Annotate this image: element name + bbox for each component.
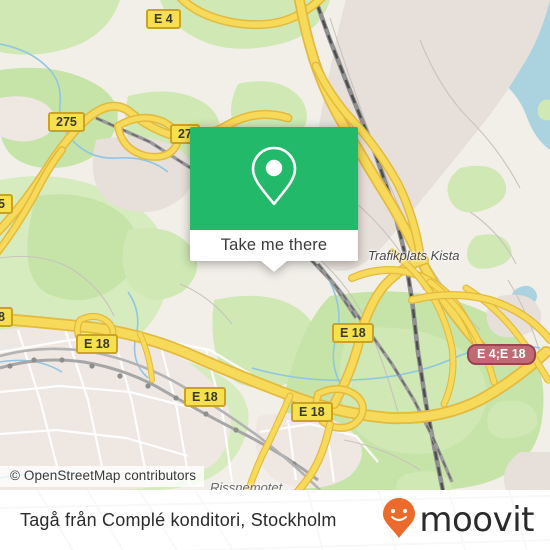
map-pin-icon <box>249 145 299 212</box>
osm-attribution[interactable]: © OpenStreetMap contributors <box>0 466 205 487</box>
road-shield-red: E 4;E 18 <box>467 344 536 365</box>
page-footer: Tagå från Complé konditori, Stockholm mo… <box>0 490 550 550</box>
card-header <box>190 127 358 230</box>
road-shield: 275 <box>48 112 85 132</box>
page-title: Tagå från Complé konditori, Stockholm <box>20 509 337 530</box>
moovit-brand[interactable]: moovit <box>382 490 534 550</box>
take-me-there-card[interactable]: Take me there <box>190 127 358 272</box>
road-shield: E 18 <box>332 323 374 343</box>
road-shield: E 18 <box>291 402 333 422</box>
road-shield: E 18 <box>76 334 118 354</box>
road-shield: 8 <box>0 307 13 327</box>
take-me-there-label: Take me there <box>220 236 328 254</box>
road-shield: E 4 <box>146 9 181 29</box>
moovit-map-share-page: Trafikplats Kista Rissnemotet E 4 275 27… <box>0 0 550 550</box>
map-label-trafikplats-kista: Trafikplats Kista <box>368 248 460 263</box>
moovit-wordmark: moovit <box>419 500 534 540</box>
card-footer[interactable]: Take me there <box>190 230 358 272</box>
moovit-pin-smiley-icon <box>382 497 416 544</box>
road-shield: E 18 <box>184 387 226 407</box>
road-shield: 5 <box>0 194 13 214</box>
map-label-rissnemotet: Rissnemotet <box>210 480 283 490</box>
card-pointer-tip <box>261 261 287 272</box>
